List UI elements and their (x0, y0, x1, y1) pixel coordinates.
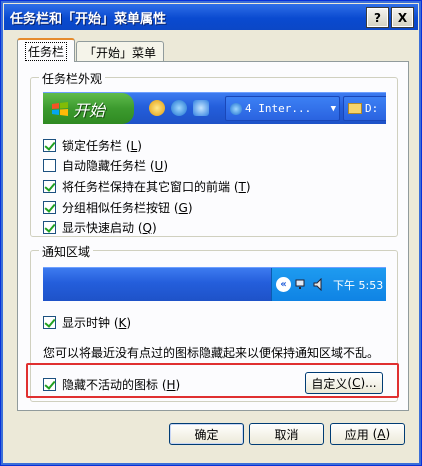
customize-accel: C (352, 376, 361, 390)
option-label: 将任务栏保持在其它窗口的前端 (62, 180, 231, 194)
option-accel: Q (142, 220, 152, 235)
option-label: 自动隐藏任务栏 (62, 159, 147, 173)
show-clock-checkbox[interactable] (43, 316, 56, 329)
group-buttons-checkbox[interactable] (43, 201, 56, 214)
group-label-notify: 通知区域 (39, 243, 94, 260)
customize-suffix: ... (365, 376, 377, 390)
taskbar-item-ie: 4 Inter... ▼ (225, 96, 340, 121)
taskbar-properties-dialog: 任务栏和「开始」菜单属性 ? X 任务栏 「开始」菜单 任务栏外观 开始 4 I… (0, 0, 422, 466)
tab-panel: 任务栏外观 开始 4 Inter... ▼ D: 锁定任务栏 (L) 自动隐… (17, 61, 409, 411)
window-title: 任务栏和「开始」菜单属性 (10, 11, 167, 27)
quick-launch-icon (193, 100, 209, 116)
apply-label: 应用 (344, 427, 369, 442)
network-icon (295, 279, 305, 289)
option-group-buttons[interactable]: 分组相似任务栏按钮 (G) (43, 199, 193, 216)
keep-on-top-checkbox[interactable] (43, 180, 56, 193)
folder-icon (348, 103, 362, 114)
option-quick-launch[interactable]: 显示快速启动 (Q) (43, 219, 157, 236)
help-button[interactable]: ? (366, 7, 389, 28)
option-label: 锁定任务栏 (62, 139, 123, 153)
cancel-label: 取消 (274, 427, 299, 442)
taskbar-appearance-group: 任务栏外观 开始 4 Inter... ▼ D: 锁定任务栏 (L) 自动隐… (30, 70, 398, 237)
notification-area-group: 通知区域 « 下午 5:53 显示时钟 (K) 您可以将最近没有点过的图标隐藏起… (30, 243, 398, 402)
option-hide-inactive[interactable]: 隐藏不活动的图标 (H) (43, 376, 180, 393)
ok-label: 确定 (194, 427, 219, 442)
start-button-preview: 开始 (43, 93, 134, 124)
option-accel: U (154, 158, 164, 173)
taskbar-preview: 开始 4 Inter... ▼ D: (43, 92, 386, 124)
task-item-label: Inter... (258, 102, 312, 115)
option-label: 分组相似任务栏按钮 (62, 201, 171, 215)
quick-launch-checkbox[interactable] (43, 221, 56, 234)
tray-preview: « 下午 5:53 (43, 267, 386, 301)
taskbar-item-folder: D: (343, 96, 386, 121)
option-label: 显示快速启动 (62, 221, 135, 235)
tab-taskbar-label: 任务栏 (25, 41, 68, 61)
start-label: 开始 (73, 100, 106, 120)
option-show-clock[interactable]: 显示时钟 (K) (43, 314, 131, 331)
media-player-icon (149, 100, 165, 116)
option-accel: H (166, 377, 176, 392)
chevron-left-icon: « (276, 277, 291, 292)
internet-explorer-icon (230, 102, 242, 115)
option-accel: L (130, 138, 138, 153)
option-label: 显示时钟 (62, 316, 111, 330)
apply-accel: A (377, 427, 386, 441)
option-accel: G (178, 200, 188, 215)
title-bar[interactable]: 任务栏和「开始」菜单属性 ? X (4, 4, 418, 30)
tab-taskbar[interactable]: 任务栏 (17, 38, 76, 62)
hide-inactive-checkbox[interactable] (43, 378, 56, 391)
notification-tray: « 下午 5:53 (271, 268, 386, 301)
task-item2-label: D: (365, 102, 379, 115)
task-item-number: 4 (245, 102, 252, 115)
volume-icon (313, 278, 322, 291)
notify-hint-text: 您可以将最近没有点过的图标隐藏起来以便保持通知区域不乱。 (43, 346, 380, 360)
option-lock-taskbar[interactable]: 锁定任务栏 (L) (43, 137, 142, 154)
option-accel: K (118, 315, 127, 330)
customize-label: 自定义 (311, 376, 348, 391)
customize-button[interactable]: 自定义(C)... (305, 372, 383, 394)
auto-hide-checkbox[interactable] (43, 159, 56, 172)
option-label: 隐藏不活动的图标 (62, 378, 159, 392)
group-label-appearance: 任务栏外观 (39, 70, 106, 87)
internet-explorer-icon (171, 100, 187, 116)
option-accel: T (238, 179, 246, 194)
tab-start-menu[interactable]: 「开始」菜单 (76, 41, 165, 62)
windows-logo-icon (52, 101, 68, 116)
tab-start-menu-label: 「开始」菜单 (84, 45, 157, 60)
cancel-button[interactable]: 取消 (249, 423, 324, 445)
dropdown-arrow-icon: ▼ (330, 103, 336, 114)
option-auto-hide[interactable]: 自动隐藏任务栏 (U) (43, 157, 168, 174)
ok-button[interactable]: 确定 (169, 423, 244, 445)
tab-strip: 任务栏 「开始」菜单 (17, 38, 165, 62)
tray-clock: 下午 5:53 (333, 278, 384, 292)
option-keep-on-top[interactable]: 将任务栏保持在其它窗口的前端 (T) (43, 178, 251, 195)
apply-button[interactable]: 应用 (A) (330, 423, 405, 445)
lock-taskbar-checkbox[interactable] (43, 139, 56, 152)
close-button[interactable]: X (391, 7, 414, 28)
